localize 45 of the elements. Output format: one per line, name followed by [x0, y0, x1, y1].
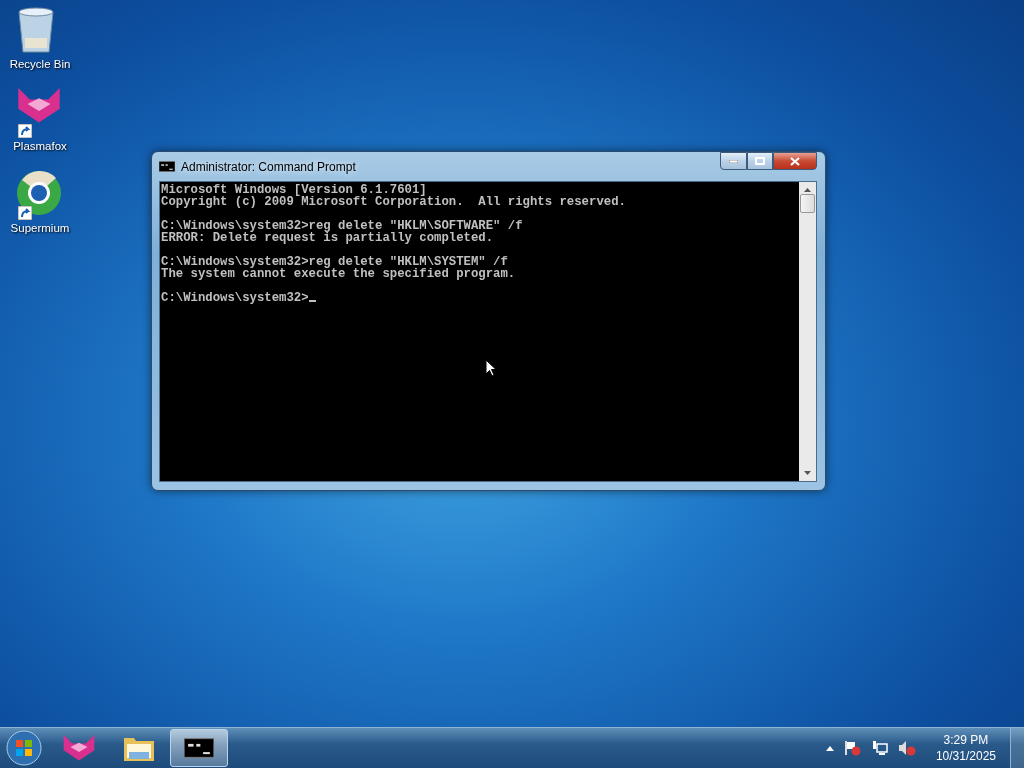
network-icon: [871, 740, 888, 756]
console-icon: [159, 161, 175, 172]
maximize-icon: [755, 157, 765, 165]
console-line: C:\Windows\system32>reg delete "HKLM\SOFTWARE" /f: [161, 220, 524, 232]
console-line: Microsoft Windows [Version 6.1.7601]: [161, 184, 427, 196]
desktop-icon[interactable]: Recycle Bin: [4, 6, 76, 70]
fox-icon: [62, 735, 96, 761]
globe-icon: [16, 170, 62, 216]
close-icon: [790, 156, 800, 166]
start-orb-icon: [6, 730, 42, 766]
scrollbar[interactable]: [799, 182, 816, 481]
network-tray-button[interactable]: [871, 740, 888, 756]
flag-tray-button[interactable]: [843, 740, 862, 756]
console-icon: [184, 738, 214, 758]
console-line: The system cannot execute the specified program.: [161, 268, 517, 280]
flag-warning-icon: [843, 740, 862, 756]
caret-icon: [825, 745, 834, 751]
clock-button[interactable]: 3:29 PM 10/31/2025: [935, 732, 996, 764]
minimize-button[interactable]: [720, 152, 747, 170]
taskbar-button[interactable]: [170, 729, 228, 767]
show-desktop-button[interactable]: [1010, 728, 1024, 768]
console-prompt: C:\Windows\system32>: [161, 292, 799, 304]
show-hidden-icons-button[interactable]: [825, 745, 834, 751]
console-line: C:\Windows\system32>reg delete "HKLM\SYSTEM" /f: [161, 256, 509, 268]
mouse-pointer-icon: [485, 359, 497, 377]
window-title: Administrator: Command Prompt: [181, 159, 357, 174]
trash-bin-icon: [16, 6, 56, 54]
minimize-icon: [729, 159, 738, 163]
clock-time: 3:29 PM: [943, 732, 989, 748]
desktop-icon-label: Recycle Bin: [9, 58, 71, 70]
console-line: Copyright (c) 2009 Microsoft Corporation. All rights reserved.: [161, 196, 627, 208]
muted-speaker-icon: [897, 740, 916, 756]
scroll-down-icon: [804, 471, 811, 475]
console-line: ERROR: Delete request is partially completed.: [161, 232, 495, 244]
desktop-icon-label: Plasmafox: [13, 140, 67, 152]
volume-tray-button[interactable]: [897, 740, 916, 756]
close-button[interactable]: [773, 152, 817, 170]
scroll-thumb[interactable]: [800, 194, 815, 213]
fox-icon: [16, 88, 62, 123]
desktop-icon-label: Supermium: [10, 222, 70, 234]
scroll-up-icon: [804, 188, 811, 192]
desktop-icon[interactable]: Supermium: [4, 170, 76, 234]
clock-date: 10/31/2025: [935, 748, 996, 764]
maximize-button[interactable]: [747, 152, 773, 170]
desktop-icon[interactable]: Plasmafox: [4, 88, 76, 152]
